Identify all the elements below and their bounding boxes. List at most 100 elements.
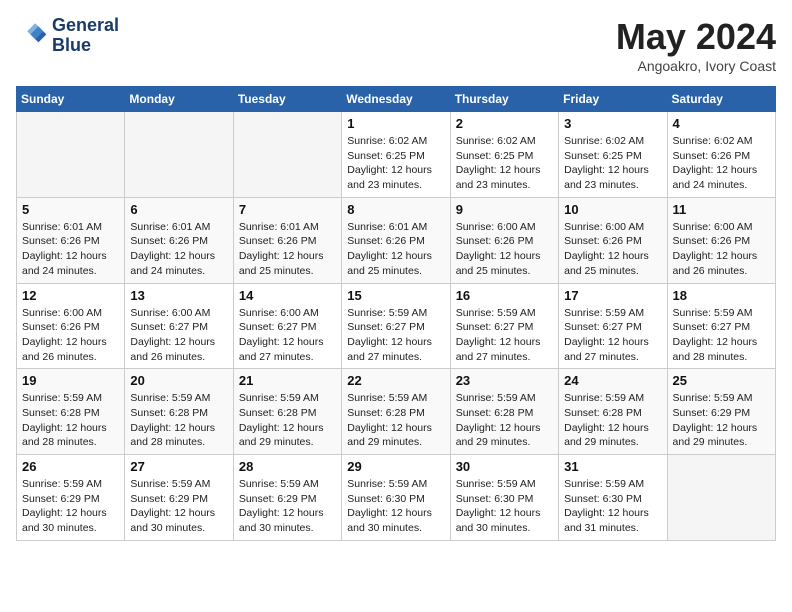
calendar-cell xyxy=(17,112,125,198)
title-block: May 2024 Angoakro, Ivory Coast xyxy=(616,16,776,74)
calendar-cell xyxy=(233,112,341,198)
calendar-cell: 21 Sunrise: 5:59 AM Sunset: 6:28 PM Dayli… xyxy=(233,369,341,455)
day-number: 20 xyxy=(130,373,227,388)
day-number: 12 xyxy=(22,288,119,303)
day-number: 16 xyxy=(456,288,553,303)
calendar-cell: 6 Sunrise: 6:01 AM Sunset: 6:26 PM Daylig… xyxy=(125,197,233,283)
calendar-cell: 2Sunrise: 6:02 AM Sunset: 6:25 PM Daylig… xyxy=(450,112,558,198)
calendar-cell: 22Sunrise: 5:59 AM Sunset: 6:28 PM Dayli… xyxy=(342,369,450,455)
calendar-cell: 28 Sunrise: 5:59 AM Sunset: 6:29 PM Dayli… xyxy=(233,455,341,541)
logo-text: General Blue xyxy=(52,16,119,56)
day-number: 27 xyxy=(130,459,227,474)
day-info: Sunrise: 5:59 AM Sunset: 6:28 PM Dayligh… xyxy=(347,391,444,450)
day-info: Sunrise: 6:00 AM Sunset: 6:26 PM Dayligh… xyxy=(456,220,553,279)
day-number: 24 xyxy=(564,373,661,388)
logo: General Blue xyxy=(16,16,119,56)
day-info: Sunrise: 6:00 AM Sunset: 6:27 PM Dayligh… xyxy=(130,306,227,365)
day-info: Sunrise: 6:01 AM Sunset: 6:26 PM Dayligh… xyxy=(347,220,444,279)
calendar-week-2: 5 Sunrise: 6:01 AM Sunset: 6:26 PM Daylig… xyxy=(17,197,776,283)
day-info: Sunrise: 5:59 AM Sunset: 6:27 PM Dayligh… xyxy=(564,306,661,365)
calendar-cell: 16 Sunrise: 5:59 AM Sunset: 6:27 PM Dayli… xyxy=(450,283,558,369)
day-info: Sunrise: 5:59 AM Sunset: 6:28 PM Dayligh… xyxy=(456,391,553,450)
day-number: 26 xyxy=(22,459,119,474)
calendar-cell: 13 Sunrise: 6:00 AM Sunset: 6:27 PM Dayli… xyxy=(125,283,233,369)
calendar-cell xyxy=(125,112,233,198)
weekday-header-thursday: Thursday xyxy=(450,87,558,112)
calendar-cell: 1Sunrise: 6:02 AM Sunset: 6:25 PM Daylig… xyxy=(342,112,450,198)
day-number: 21 xyxy=(239,373,336,388)
calendar-week-3: 12 Sunrise: 6:00 AM Sunset: 6:26 PM Dayli… xyxy=(17,283,776,369)
day-number: 9 xyxy=(456,202,553,217)
day-number: 29 xyxy=(347,459,444,474)
day-number: 19 xyxy=(22,373,119,388)
weekday-header-friday: Friday xyxy=(559,87,667,112)
day-number: 31 xyxy=(564,459,661,474)
calendar-cell: 10 Sunrise: 6:00 AM Sunset: 6:26 PM Dayli… xyxy=(559,197,667,283)
calendar-cell: 3Sunrise: 6:02 AM Sunset: 6:25 PM Daylig… xyxy=(559,112,667,198)
calendar-cell: 26 Sunrise: 5:59 AM Sunset: 6:29 PM Dayli… xyxy=(17,455,125,541)
calendar-cell: 19 Sunrise: 5:59 AM Sunset: 6:28 PM Dayli… xyxy=(17,369,125,455)
day-number: 4 xyxy=(673,116,770,131)
day-number: 1 xyxy=(347,116,444,131)
calendar-cell: 20 Sunrise: 5:59 AM Sunset: 6:28 PM Dayli… xyxy=(125,369,233,455)
day-info: Sunrise: 5:59 AM Sunset: 6:28 PM Dayligh… xyxy=(22,391,119,450)
day-info: Sunrise: 5:59 AM Sunset: 6:28 PM Dayligh… xyxy=(239,391,336,450)
day-number: 6 xyxy=(130,202,227,217)
day-number: 14 xyxy=(239,288,336,303)
weekday-header-tuesday: Tuesday xyxy=(233,87,341,112)
calendar-cell: 11 Sunrise: 6:00 AM Sunset: 6:26 PM Dayli… xyxy=(667,197,775,283)
calendar-cell: 8Sunrise: 6:01 AM Sunset: 6:26 PM Daylig… xyxy=(342,197,450,283)
day-number: 11 xyxy=(673,202,770,217)
calendar-cell: 30Sunrise: 5:59 AM Sunset: 6:30 PM Dayli… xyxy=(450,455,558,541)
day-info: Sunrise: 6:01 AM Sunset: 6:26 PM Dayligh… xyxy=(239,220,336,279)
calendar-cell: 18 Sunrise: 5:59 AM Sunset: 6:27 PM Dayli… xyxy=(667,283,775,369)
calendar-cell: 25 Sunrise: 5:59 AM Sunset: 6:29 PM Dayli… xyxy=(667,369,775,455)
day-info: Sunrise: 5:59 AM Sunset: 6:30 PM Dayligh… xyxy=(347,477,444,536)
day-number: 13 xyxy=(130,288,227,303)
calendar-cell: 14 Sunrise: 6:00 AM Sunset: 6:27 PM Dayli… xyxy=(233,283,341,369)
day-info: Sunrise: 6:00 AM Sunset: 6:26 PM Dayligh… xyxy=(673,220,770,279)
weekday-header-sunday: Sunday xyxy=(17,87,125,112)
day-number: 5 xyxy=(22,202,119,217)
day-info: Sunrise: 5:59 AM Sunset: 6:27 PM Dayligh… xyxy=(456,306,553,365)
month-title: May 2024 xyxy=(616,16,776,58)
calendar-week-5: 26 Sunrise: 5:59 AM Sunset: 6:29 PM Dayli… xyxy=(17,455,776,541)
day-number: 3 xyxy=(564,116,661,131)
day-info: Sunrise: 6:00 AM Sunset: 6:26 PM Dayligh… xyxy=(22,306,119,365)
day-info: Sunrise: 6:00 AM Sunset: 6:27 PM Dayligh… xyxy=(239,306,336,365)
day-info: Sunrise: 5:59 AM Sunset: 6:29 PM Dayligh… xyxy=(239,477,336,536)
day-info: Sunrise: 6:02 AM Sunset: 6:26 PM Dayligh… xyxy=(673,134,770,193)
day-info: Sunrise: 6:01 AM Sunset: 6:26 PM Dayligh… xyxy=(22,220,119,279)
calendar-cell: 12 Sunrise: 6:00 AM Sunset: 6:26 PM Dayli… xyxy=(17,283,125,369)
day-info: Sunrise: 5:59 AM Sunset: 6:29 PM Dayligh… xyxy=(673,391,770,450)
day-info: Sunrise: 5:59 AM Sunset: 6:29 PM Dayligh… xyxy=(22,477,119,536)
calendar-week-1: 1Sunrise: 6:02 AM Sunset: 6:25 PM Daylig… xyxy=(17,112,776,198)
calendar-cell: 7 Sunrise: 6:01 AM Sunset: 6:26 PM Daylig… xyxy=(233,197,341,283)
weekday-header-monday: Monday xyxy=(125,87,233,112)
day-number: 25 xyxy=(673,373,770,388)
day-number: 28 xyxy=(239,459,336,474)
page-header: General Blue May 2024 Angoakro, Ivory Co… xyxy=(16,16,776,74)
calendar-cell: 4 Sunrise: 6:02 AM Sunset: 6:26 PM Daylig… xyxy=(667,112,775,198)
day-number: 30 xyxy=(456,459,553,474)
calendar-cell xyxy=(667,455,775,541)
day-info: Sunrise: 5:59 AM Sunset: 6:28 PM Dayligh… xyxy=(130,391,227,450)
day-info: Sunrise: 5:59 AM Sunset: 6:29 PM Dayligh… xyxy=(130,477,227,536)
calendar-cell: 5 Sunrise: 6:01 AM Sunset: 6:26 PM Daylig… xyxy=(17,197,125,283)
day-info: Sunrise: 5:59 AM Sunset: 6:27 PM Dayligh… xyxy=(347,306,444,365)
day-number: 2 xyxy=(456,116,553,131)
day-info: Sunrise: 5:59 AM Sunset: 6:28 PM Dayligh… xyxy=(564,391,661,450)
calendar-cell: 27 Sunrise: 5:59 AM Sunset: 6:29 PM Dayli… xyxy=(125,455,233,541)
day-number: 18 xyxy=(673,288,770,303)
day-info: Sunrise: 6:01 AM Sunset: 6:26 PM Dayligh… xyxy=(130,220,227,279)
day-number: 10 xyxy=(564,202,661,217)
day-info: Sunrise: 5:59 AM Sunset: 6:27 PM Dayligh… xyxy=(673,306,770,365)
day-number: 17 xyxy=(564,288,661,303)
weekday-header-wednesday: Wednesday xyxy=(342,87,450,112)
calendar-cell: 24 Sunrise: 5:59 AM Sunset: 6:28 PM Dayli… xyxy=(559,369,667,455)
calendar-cell: 9 Sunrise: 6:00 AM Sunset: 6:26 PM Daylig… xyxy=(450,197,558,283)
day-info: Sunrise: 6:00 AM Sunset: 6:26 PM Dayligh… xyxy=(564,220,661,279)
calendar-week-4: 19 Sunrise: 5:59 AM Sunset: 6:28 PM Dayli… xyxy=(17,369,776,455)
calendar-cell: 31Sunrise: 5:59 AM Sunset: 6:30 PM Dayli… xyxy=(559,455,667,541)
day-number: 7 xyxy=(239,202,336,217)
